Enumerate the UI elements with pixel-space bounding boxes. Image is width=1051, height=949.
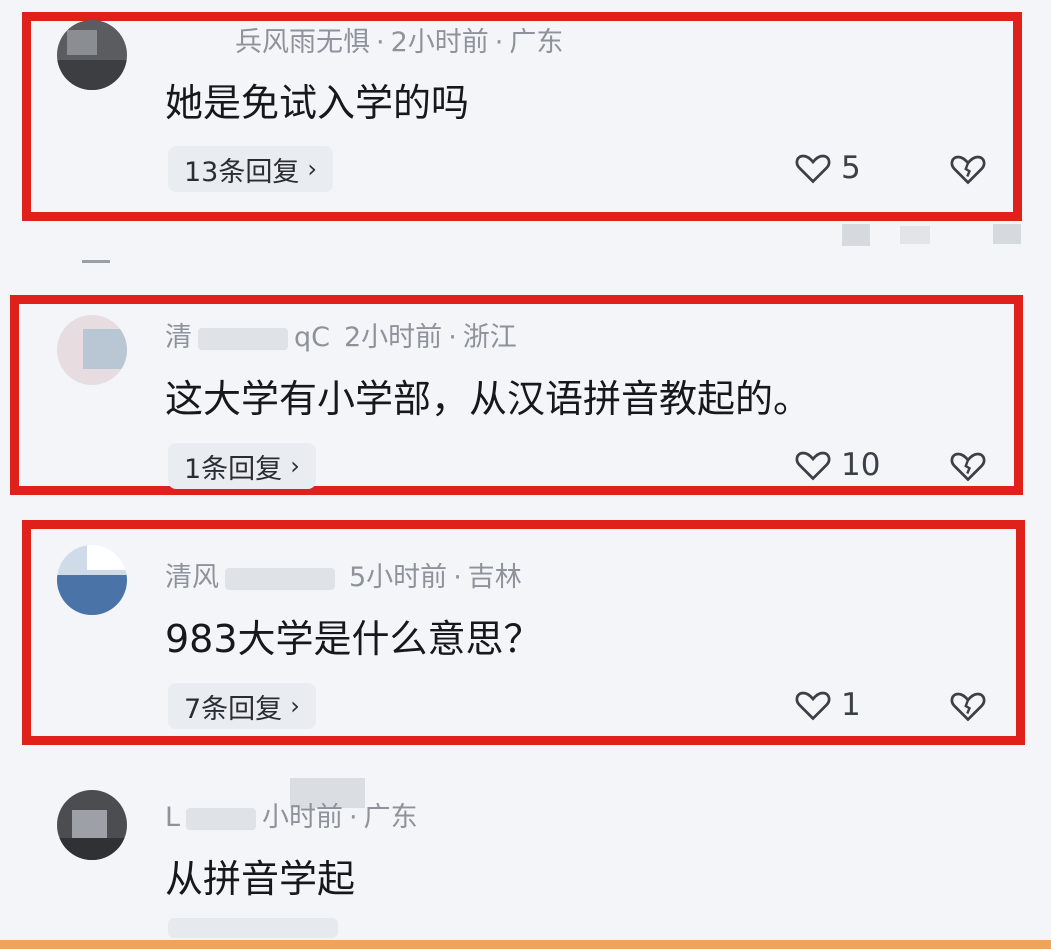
comment-text: 从拼音学起 [165, 857, 356, 901]
timestamp: 5小时前 [349, 562, 448, 593]
location: 广东 [509, 27, 564, 58]
reply-count: 1条回复 [184, 453, 283, 485]
like-count: 1 [841, 687, 861, 723]
username[interactable]: 清 [165, 322, 192, 353]
username[interactable]: L [165, 802, 180, 833]
blurred-username [198, 327, 288, 350]
view-replies-button[interactable]: 1条回复 › [168, 443, 316, 489]
separator: · [494, 27, 504, 58]
location: 吉林 [467, 562, 522, 593]
chevron-right-icon: › [290, 692, 300, 720]
reply-count: 13条回复 [184, 156, 300, 188]
blurred-username [225, 567, 335, 590]
dislike-button[interactable] [950, 449, 986, 487]
chevron-right-icon: › [307, 155, 317, 183]
divider [82, 260, 110, 263]
blurred-username [186, 807, 257, 830]
view-replies-button[interactable]: 7条回复 › [168, 683, 316, 729]
avatar[interactable] [57, 790, 127, 860]
username[interactable]: 兵风雨无惧 [235, 27, 370, 58]
avatar-image [57, 545, 127, 615]
avatar[interactable] [57, 545, 127, 615]
timestamp: 小时前 [262, 802, 344, 833]
location: 广东 [363, 802, 418, 833]
reply-pill-partial [168, 918, 338, 938]
avatar-image [57, 30, 127, 90]
view-replies-button[interactable]: 13条回复 › [168, 146, 333, 192]
separator: · [453, 562, 462, 593]
comment-text: 983大学是什么意思？ [165, 617, 542, 661]
username[interactable]: 清风 [165, 562, 219, 593]
timestamp: 2小时前 [344, 322, 443, 353]
separator: · [376, 27, 385, 58]
like-button[interactable]: 10 [795, 447, 880, 483]
broken-heart-icon [950, 692, 986, 722]
dislike-button[interactable] [950, 152, 986, 190]
avatar[interactable] [57, 20, 127, 90]
like-button[interactable]: 5 [795, 150, 861, 186]
reply-count: 7条回复 [184, 693, 283, 725]
comment-meta: L 小时前 · 广东 [165, 795, 418, 834]
blurred-area [900, 226, 930, 244]
comment-meta: 清 qC 2小时前 · 浙江 [165, 315, 517, 354]
bottom-edge [0, 940, 1051, 949]
comment-meta: 兵风雨无惧 · 2小时前 · 广东 [235, 20, 563, 59]
heart-outline-icon [795, 154, 831, 184]
avatar-image [57, 810, 127, 860]
heart-outline-icon [795, 451, 831, 481]
dislike-button[interactable] [950, 689, 986, 727]
location: 浙江 [462, 322, 517, 353]
separator: · [349, 802, 358, 833]
heart-outline-icon [795, 691, 831, 721]
separator: · [448, 322, 457, 353]
timestamp: 2小时前 [390, 27, 489, 58]
like-count: 10 [841, 447, 881, 483]
avatar-image [83, 329, 127, 369]
comment-text: 这大学有小学部，从汉语拼音教起的。 [165, 377, 812, 421]
comment-text: 她是免试入学的吗 [165, 81, 470, 125]
broken-heart-icon [950, 452, 986, 482]
chevron-right-icon: › [290, 452, 300, 480]
like-count: 5 [841, 150, 861, 186]
blurred-area [842, 224, 870, 246]
avatar[interactable] [57, 315, 127, 385]
comment-meta: 清风 5小时前 · 吉林 [165, 555, 522, 594]
blurred-area [993, 224, 1021, 244]
username-suffix: qC [294, 322, 330, 353]
broken-heart-icon [950, 155, 986, 185]
like-button[interactable]: 1 [795, 687, 861, 723]
